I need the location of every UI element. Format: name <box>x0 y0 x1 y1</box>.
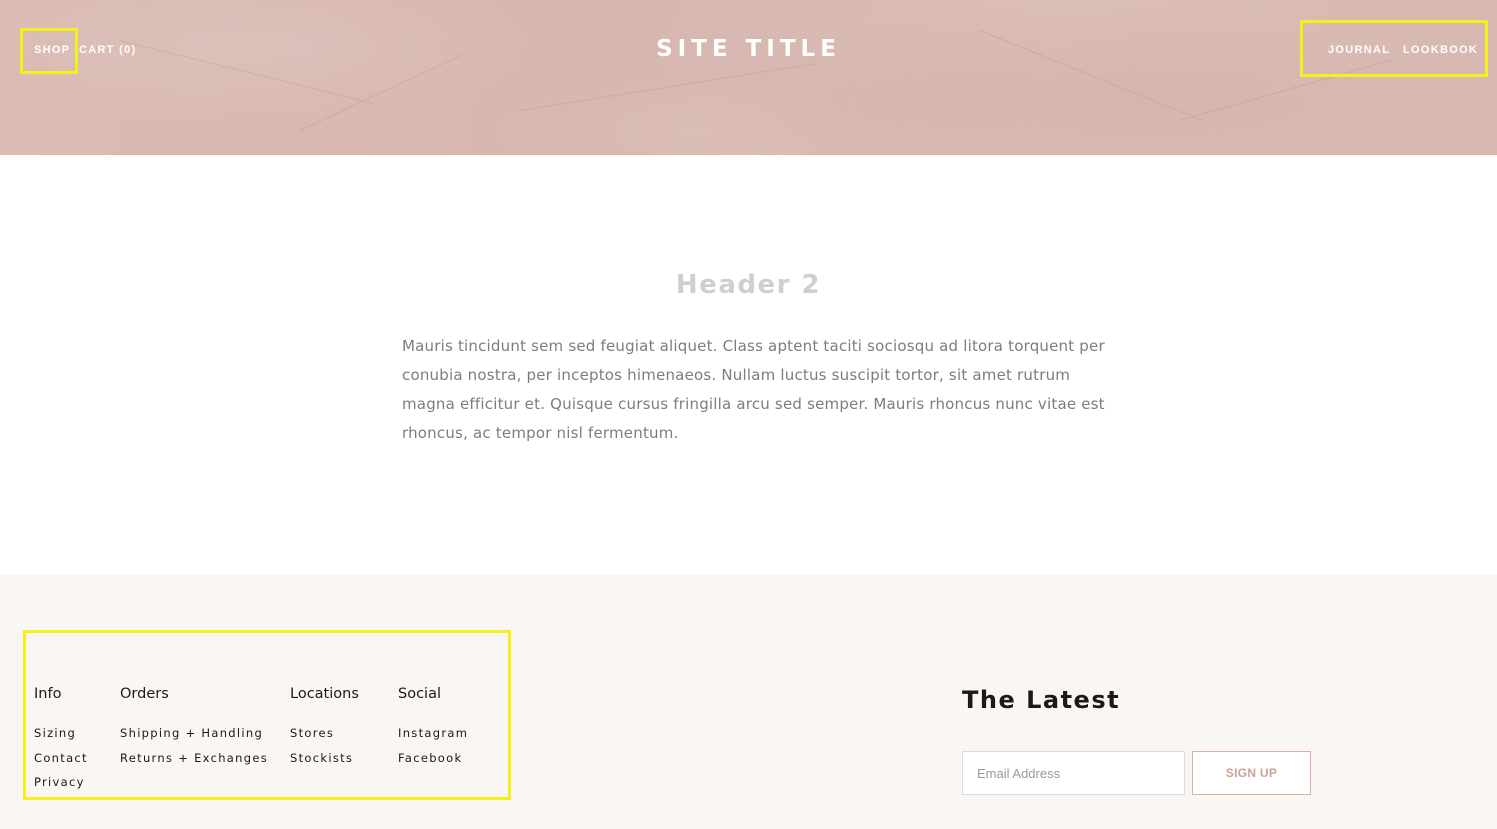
nav-journal-link[interactable]: JOURNAL <box>1328 44 1390 56</box>
footer-link-returns[interactable]: Returns + Exchanges <box>120 746 268 771</box>
nav-lookbook-link[interactable]: LOOKBOOK <box>1403 44 1478 56</box>
body-paragraph: Mauris tincidunt sem sed feugiat aliquet… <box>402 337 1105 442</box>
footer-link-list: Sizing Contact Privacy <box>34 721 88 795</box>
site-header: SHOP CART (0) SITE TITLE JOURNAL LOOKBOO… <box>0 0 1497 155</box>
email-field[interactable] <box>962 751 1185 795</box>
footer-link-stockists[interactable]: Stockists <box>290 746 359 771</box>
page-heading: Header 2 <box>675 270 822 300</box>
newsletter-title: The Latest <box>962 686 1121 714</box>
texture-vein <box>299 53 464 131</box>
site-title[interactable]: SITE TITLE <box>0 36 1497 62</box>
footer-link-stores[interactable]: Stores <box>290 721 359 746</box>
texture-vein <box>1179 59 1392 121</box>
footer-column-title: Social <box>398 686 441 702</box>
footer-link-facebook[interactable]: Facebook <box>398 746 468 771</box>
footer-column-locations: Locations Stores Stockists <box>290 686 359 770</box>
footer-link-sizing[interactable]: Sizing <box>34 721 88 746</box>
texture-vein <box>519 63 817 111</box>
footer-link-list: Shipping + Handling Returns + Exchanges <box>120 721 268 770</box>
footer-column-title: Locations <box>290 686 359 702</box>
footer-column-info: Info Sizing Contact Privacy <box>34 686 88 795</box>
footer-link-shipping[interactable]: Shipping + Handling <box>120 721 268 746</box>
footer-column-title: Orders <box>120 686 169 702</box>
footer-link-privacy[interactable]: Privacy <box>34 770 88 795</box>
footer-column-orders: Orders Shipping + Handling Returns + Exc… <box>120 686 268 770</box>
footer-link-contact[interactable]: Contact <box>34 746 88 771</box>
footer-column-title: Info <box>34 686 62 702</box>
signup-button[interactable]: SIGN UP <box>1192 751 1311 795</box>
footer-link-list: Stores Stockists <box>290 721 359 770</box>
footer-link-instagram[interactable]: Instagram <box>398 721 468 746</box>
footer-link-list: Instagram Facebook <box>398 721 468 770</box>
footer-column-social: Social Instagram Facebook <box>398 686 468 770</box>
